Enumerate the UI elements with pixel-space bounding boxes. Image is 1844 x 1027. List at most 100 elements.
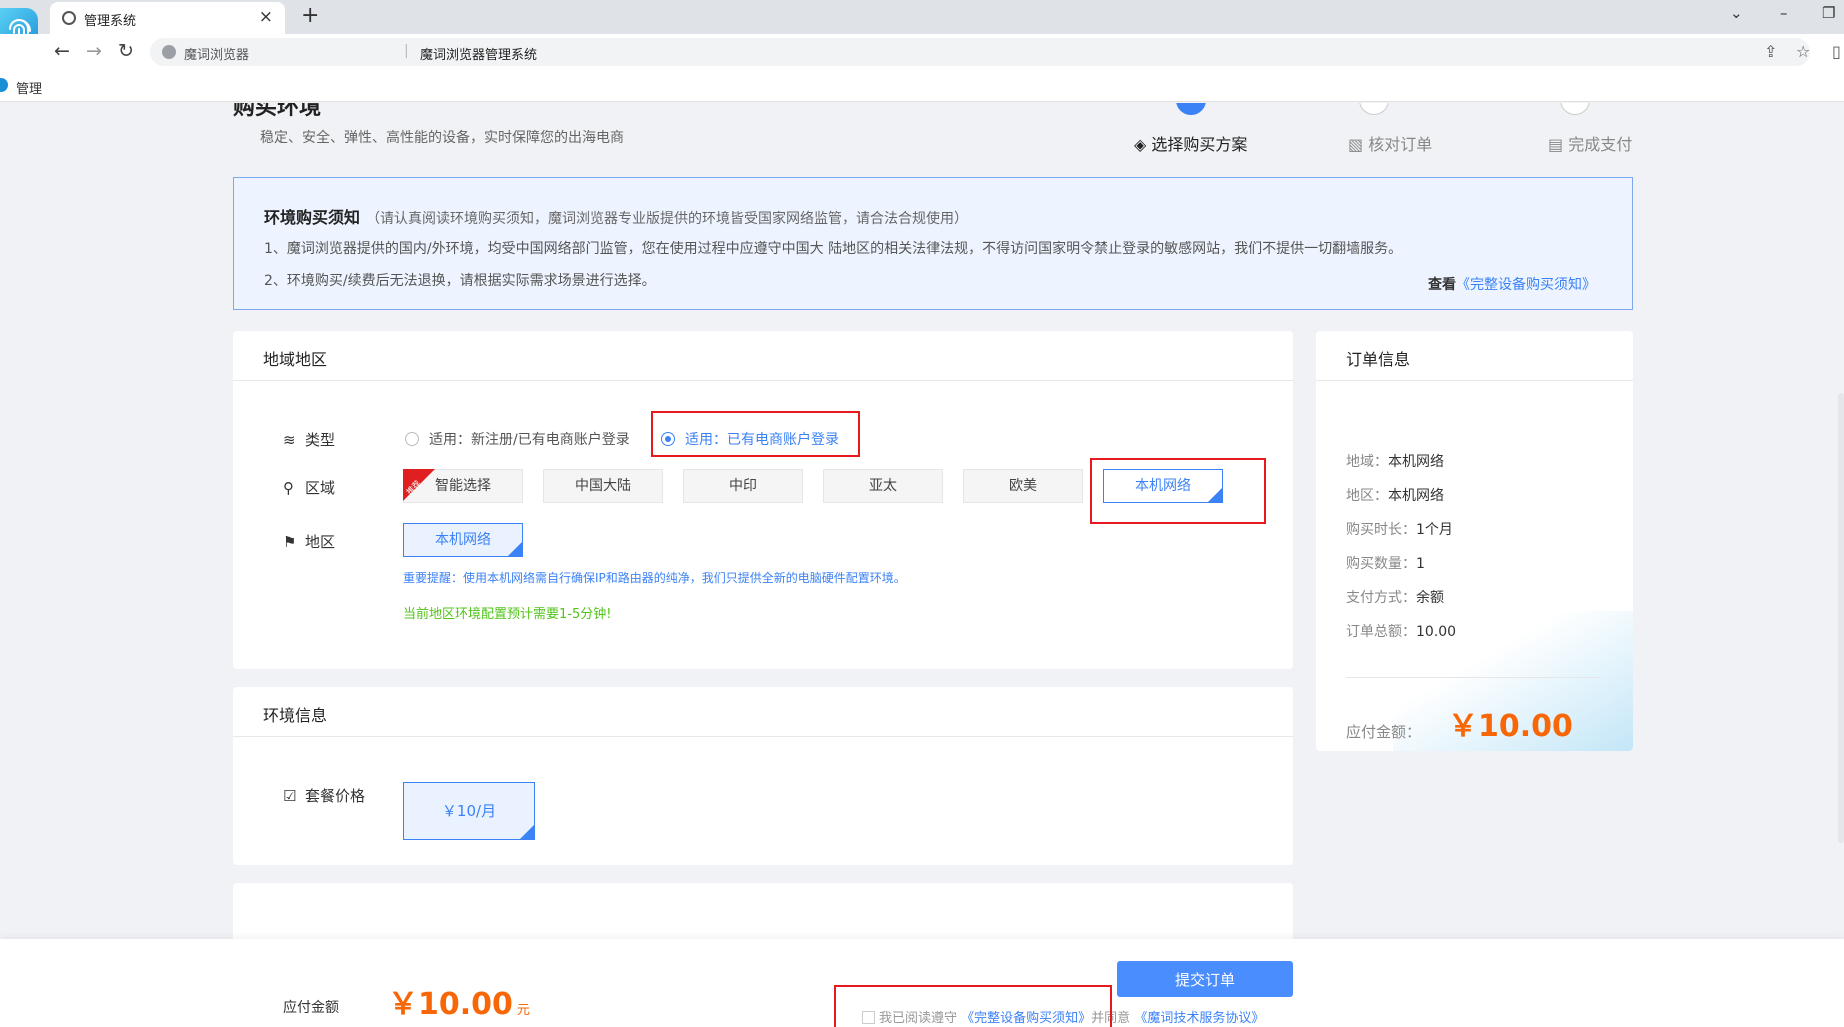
reload-icon[interactable]: ↻ bbox=[118, 40, 134, 62]
highlight-agreement-top bbox=[834, 985, 1112, 1027]
order-card: 订单信息 地域：本机网络 地区：本机网络 购买时长：1个月 购买数量：1 支付方… bbox=[1316, 331, 1633, 751]
star-icon[interactable]: ☆ bbox=[1796, 42, 1810, 61]
notice-more-prefix: 查看 bbox=[1428, 277, 1456, 293]
price-row-label: ☑ 套餐价格 bbox=[283, 785, 365, 806]
area-row-label: ⚲ 区域 bbox=[283, 477, 335, 498]
restore-icon[interactable]: ❐ bbox=[1822, 4, 1835, 22]
footer-amount-value: ￥10.00 bbox=[388, 987, 513, 1022]
radio-label: 适用：新注册/已有电商账户登录 bbox=[429, 432, 630, 448]
order-item-payment: 支付方式：余额 bbox=[1346, 587, 1444, 607]
type-row-label: ≋ 类型 bbox=[283, 429, 335, 450]
minimize-icon[interactable]: – bbox=[1780, 4, 1788, 22]
order-item-total: 订单总额：10.00 bbox=[1346, 621, 1456, 641]
eta-text: 当前地区环境配置预计需要1-5分钟! bbox=[403, 607, 612, 622]
footer-amount-label: 应付金额 bbox=[283, 1000, 339, 1016]
purchase-notice: 环境购买须知 （请认真阅读环境购买须知，魔词浏览器专业版提供的环境皆受国家网络监管… bbox=[233, 177, 1633, 310]
notice-title-text: 环境购买须知 bbox=[264, 208, 361, 227]
step-select-plan: ◈ 选择购买方案 bbox=[1134, 131, 1247, 155]
env-card: 环境信息 ☑ 套餐价格 ￥10/月 bbox=[233, 687, 1293, 865]
checkout-bar: 应付金额 ￥10.00 元 提交订单 我已阅读遵守 《完整设备购买须知》并同意 《… bbox=[0, 939, 1844, 1027]
site-icon bbox=[162, 45, 176, 59]
option-label: 中印 bbox=[729, 478, 757, 494]
order-key: 订单总额： bbox=[1346, 624, 1416, 640]
page-content: 购买环境 稳定、安全、弹性、高性能的设备，实时保障您的出海电商 ◈ 选择购买方案… bbox=[0, 103, 1844, 1027]
order-total-label: 应付金额： bbox=[1346, 723, 1422, 741]
chevron-down-icon[interactable]: ⌄ bbox=[1730, 4, 1743, 22]
order-card-header: 订单信息 bbox=[1316, 331, 1633, 381]
notice-title-sub: （请认真阅读环境购买须知，魔词浏览器专业版提供的环境皆受国家网络监管，请合法合规… bbox=[366, 211, 969, 227]
page-subtitle: 稳定、安全、弹性、高性能的设备，实时保障您的出海电商 bbox=[260, 130, 624, 146]
close-icon[interactable]: × bbox=[259, 7, 273, 27]
flag-icon: ⚑ bbox=[283, 533, 297, 551]
option-label: 中国大陆 bbox=[575, 478, 631, 494]
bookmark-icon bbox=[0, 78, 8, 92]
scrollbar[interactable] bbox=[1838, 393, 1844, 843]
step-label: 完成支付 bbox=[1568, 135, 1633, 154]
checkbox-edit-icon: ☑ bbox=[283, 787, 297, 805]
order-key: 地区： bbox=[1346, 488, 1388, 504]
location-icon: ⚲ bbox=[283, 479, 294, 497]
new-tab-icon[interactable]: + bbox=[301, 3, 319, 28]
area-label: 区域 bbox=[305, 479, 336, 497]
notice-more: 查看《完整设备购买须知》 bbox=[1428, 274, 1596, 294]
order-value: 余额 bbox=[1416, 590, 1444, 606]
submit-order-button[interactable]: 提交订单 bbox=[1117, 961, 1293, 997]
order-key: 购买时长： bbox=[1346, 522, 1416, 538]
forward-icon[interactable]: → bbox=[86, 40, 102, 62]
price-option[interactable]: ￥10/月 bbox=[403, 782, 535, 840]
area-option-smart[interactable]: 推荐 智能选择 bbox=[403, 469, 523, 503]
order-value: 10.00 bbox=[1416, 624, 1457, 640]
area-option-mainland[interactable]: 中国大陆 bbox=[543, 469, 663, 503]
locale-option-local[interactable]: 本机网络 bbox=[403, 523, 523, 557]
order-item-locale: 地区：本机网络 bbox=[1346, 485, 1444, 505]
full-notice-link[interactable]: 《完整设备购买须知》 bbox=[1456, 277, 1596, 293]
type-option-new[interactable]: 适用：新注册/已有电商账户登录 bbox=[405, 429, 630, 449]
notice-line-1: 1、魔词浏览器提供的国内/外环境，均受中国网络部门监管，您在使用过程中应遵守中国… bbox=[264, 241, 1403, 257]
browser-tab-strip: 管理系统 × + ⌄ – ❐ bbox=[0, 0, 1844, 34]
option-label: 亚太 bbox=[869, 478, 897, 494]
step-2-dot bbox=[1359, 103, 1389, 115]
layers-icon: ≋ bbox=[283, 431, 296, 449]
site-name: 魔词浏览器 bbox=[184, 48, 250, 63]
footer-amount-unit: 元 bbox=[516, 1003, 530, 1018]
env-card-header: 环境信息 bbox=[233, 687, 1293, 737]
next-card bbox=[233, 883, 1293, 943]
order-card-title: 订单信息 bbox=[1346, 350, 1411, 369]
order-value: 1个月 bbox=[1416, 522, 1453, 538]
area-option-apac[interactable]: 亚太 bbox=[823, 469, 943, 503]
globe-icon bbox=[62, 11, 76, 25]
region-card-title: 地域地区 bbox=[263, 350, 328, 369]
browser-tab[interactable]: 管理系统 × bbox=[50, 2, 285, 34]
order-item-duration: 购买时长：1个月 bbox=[1346, 519, 1453, 539]
type-label: 类型 bbox=[305, 431, 336, 449]
notice-line-2: 2、环境购买/续费后无法退换，请根据实际需求场景进行选择。 bbox=[264, 273, 656, 289]
region-card: 地域地区 ≋ 类型 适用：新注册/已有电商账户登录 适用：已有电商账户登录 ⚲ 区域… bbox=[233, 331, 1293, 669]
order-total-amount: ￥10.00 bbox=[1448, 709, 1573, 744]
bookmark-bar: 管理 bbox=[0, 70, 1844, 102]
step-3-dot bbox=[1560, 103, 1590, 115]
highlight-type bbox=[651, 411, 860, 457]
order-key: 购买数量： bbox=[1346, 556, 1416, 572]
env-card-title: 环境信息 bbox=[263, 706, 328, 725]
tab-title: 管理系统 bbox=[84, 14, 137, 29]
order-value: 本机网络 bbox=[1388, 454, 1444, 470]
url-field[interactable]: 魔词浏览器 | 魔词浏览器管理系统 bbox=[150, 38, 1810, 66]
order-value: 1 bbox=[1416, 556, 1425, 572]
option-label: 智能选择 bbox=[435, 478, 491, 494]
area-option-china-india[interactable]: 中印 bbox=[683, 469, 803, 503]
order-key: 支付方式： bbox=[1346, 590, 1416, 606]
highlight-area bbox=[1090, 458, 1266, 524]
order-value: 本机网络 bbox=[1388, 488, 1444, 504]
back-icon[interactable]: ← bbox=[54, 40, 70, 62]
local-network-tip: 重要提醒：使用本机网络需自行确保IP和路由器的纯净，我们只提供全新的电脑硬件配置… bbox=[403, 571, 906, 585]
order-divider bbox=[1346, 677, 1602, 678]
order-key: 地域： bbox=[1346, 454, 1388, 470]
sidebar-icon[interactable]: ▯ bbox=[1832, 42, 1841, 61]
bookmark-item[interactable]: 管理 bbox=[16, 78, 42, 97]
share-icon[interactable]: ⇪ bbox=[1764, 42, 1777, 61]
price-option-label: ￥10/月 bbox=[441, 802, 497, 820]
area-option-eu-us[interactable]: 欧美 bbox=[963, 469, 1083, 503]
service-agreement-link[interactable]: 《魔词技术服务协议》 bbox=[1134, 1011, 1264, 1026]
locale-row-label: ⚑ 地区 bbox=[283, 531, 335, 552]
card-icon: ▤ bbox=[1548, 135, 1564, 154]
